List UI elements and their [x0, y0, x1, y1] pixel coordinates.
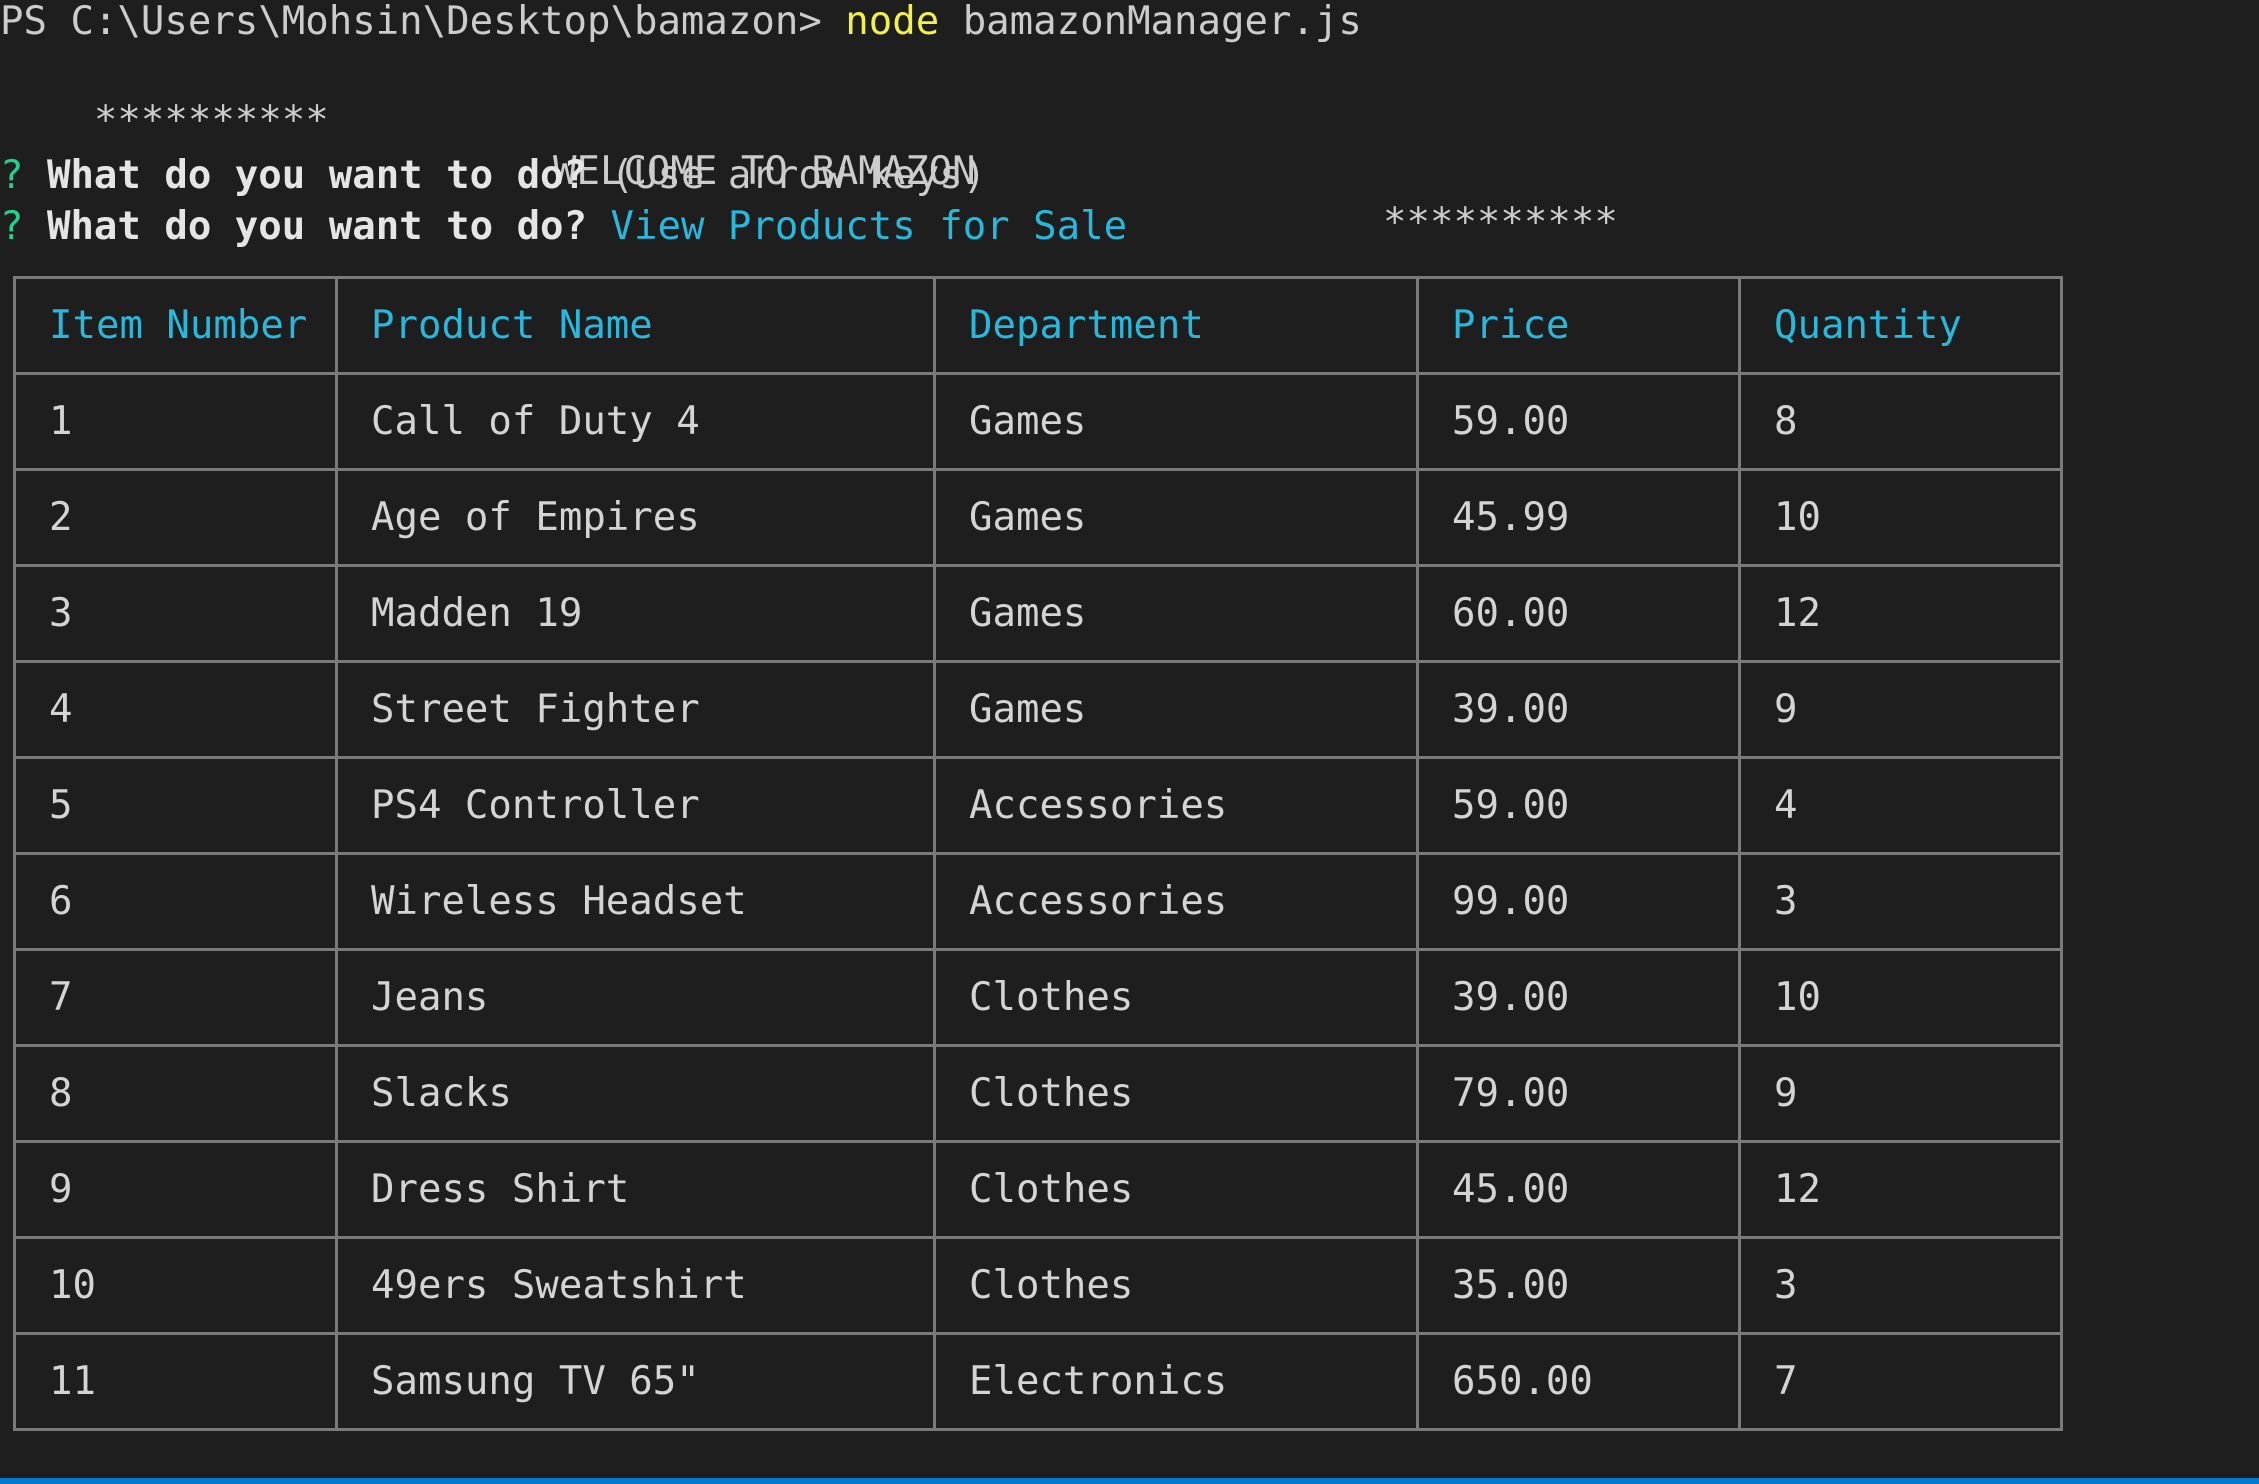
cell-department: Clothes [933, 1236, 1419, 1335]
cell-product-name: Slacks [335, 1044, 936, 1143]
cell-item-number: 3 [13, 564, 338, 663]
banner-stars-right: ********** [1383, 200, 1618, 245]
question-line: ? What do you want to do? (Use arrow key… [0, 150, 986, 201]
status-bar-edge [0, 1478, 2259, 1484]
table-header-row: Item Number Product Name Department Pric… [13, 276, 2063, 375]
products-table: Item Number Product Name Department Pric… [13, 276, 2063, 1431]
column-header-item-number: Item Number [13, 276, 338, 375]
cell-product-name: PS4 Controller [335, 756, 936, 855]
cell-item-number: 9 [13, 1140, 338, 1239]
cell-quantity: 9 [1738, 660, 2063, 759]
table-row: 1 Call of Duty 4 Games 59.00 8 [13, 372, 2063, 471]
table-row: 9 Dress Shirt Clothes 45.00 12 [13, 1140, 2063, 1239]
cell-price: 60.00 [1416, 564, 1741, 663]
question-marker: ? [0, 204, 24, 249]
cell-product-name: 49ers Sweatshirt [335, 1236, 936, 1335]
cell-item-number: 7 [13, 948, 338, 1047]
cell-quantity: 10 [1738, 468, 2063, 567]
cell-quantity: 3 [1738, 1236, 2063, 1335]
column-header-price: Price [1416, 276, 1741, 375]
cell-department: Clothes [933, 1140, 1419, 1239]
cell-price: 650.00 [1416, 1332, 1741, 1431]
cell-product-name: Age of Empires [335, 468, 936, 567]
cell-price: 45.99 [1416, 468, 1741, 567]
cell-quantity: 4 [1738, 756, 2063, 855]
table-row: 5 PS4 Controller Accessories 59.00 4 [13, 756, 2063, 855]
cell-price: 79.00 [1416, 1044, 1741, 1143]
cell-quantity: 9 [1738, 1044, 2063, 1143]
cell-item-number: 5 [13, 756, 338, 855]
cell-department: Electronics [933, 1332, 1419, 1431]
cell-item-number: 2 [13, 468, 338, 567]
cell-product-name: Street Fighter [335, 660, 936, 759]
cell-price: 35.00 [1416, 1236, 1741, 1335]
table-row: 4 Street Fighter Games 39.00 9 [13, 660, 2063, 759]
cell-price: 39.00 [1416, 660, 1741, 759]
cell-product-name: Madden 19 [335, 564, 936, 663]
terminal-window[interactable]: PS C:\Users\Mohsin\Desktop\bamazon> node… [0, 0, 2259, 1478]
cell-quantity: 12 [1738, 564, 2063, 663]
question-hint: (Use arrow keys) [610, 153, 987, 198]
cell-product-name: Call of Duty 4 [335, 372, 936, 471]
cell-department: Games [933, 564, 1419, 663]
command-name: node [845, 0, 940, 44]
cell-quantity: 7 [1738, 1332, 2063, 1431]
cell-department: Accessories [933, 756, 1419, 855]
cell-price: 99.00 [1416, 852, 1741, 951]
column-header-product-name: Product Name [335, 276, 936, 375]
cell-item-number: 8 [13, 1044, 338, 1143]
cell-department: Games [933, 372, 1419, 471]
table-row: 8 Slacks Clothes 79.00 9 [13, 1044, 2063, 1143]
cell-quantity: 12 [1738, 1140, 2063, 1239]
column-header-department: Department [933, 276, 1419, 375]
cell-quantity: 3 [1738, 852, 2063, 951]
cell-department: Clothes [933, 1044, 1419, 1143]
cell-department: Accessories [933, 852, 1419, 951]
cell-item-number: 4 [13, 660, 338, 759]
cell-item-number: 6 [13, 852, 338, 951]
table-row: 2 Age of Empires Games 45.99 10 [13, 468, 2063, 567]
table-row: 10 49ers Sweatshirt Clothes 35.00 3 [13, 1236, 2063, 1335]
cell-product-name: Wireless Headset [335, 852, 936, 951]
cell-item-number: 1 [13, 372, 338, 471]
cell-price: 59.00 [1416, 756, 1741, 855]
table-row: 7 Jeans Clothes 39.00 10 [13, 948, 2063, 1047]
question-text: What do you want to do? [46, 204, 588, 249]
cell-price: 59.00 [1416, 372, 1741, 471]
command-argument: bamazonManager.js [962, 0, 1362, 44]
cell-product-name: Dress Shirt [335, 1140, 936, 1239]
cell-department: Games [933, 468, 1419, 567]
command-line: PS C:\Users\Mohsin\Desktop\bamazon> node… [0, 0, 1362, 47]
banner-stars-left: ********** [93, 98, 329, 143]
selected-answer: View Products for Sale [610, 204, 1128, 249]
cell-price: 45.00 [1416, 1140, 1741, 1239]
cell-item-number: 10 [13, 1236, 338, 1335]
cell-product-name: Jeans [335, 948, 936, 1047]
table-row: 11 Samsung TV 65" Electronics 650.00 7 [13, 1332, 2063, 1431]
question-text: What do you want to do? [46, 153, 588, 198]
answer-line: ? What do you want to do? View Products … [0, 201, 1127, 252]
cell-department: Clothes [933, 948, 1419, 1047]
cell-price: 39.00 [1416, 948, 1741, 1047]
prompt-path: PS C:\Users\Mohsin\Desktop\bamazon> [0, 0, 822, 44]
table-row: 6 Wireless Headset Accessories 99.00 3 [13, 852, 2063, 951]
cell-product-name: Samsung TV 65" [335, 1332, 936, 1431]
column-header-quantity: Quantity [1738, 276, 2063, 375]
table-row: 3 Madden 19 Games 60.00 12 [13, 564, 2063, 663]
cell-quantity: 10 [1738, 948, 2063, 1047]
cell-department: Games [933, 660, 1419, 759]
cell-item-number: 11 [13, 1332, 338, 1431]
cell-quantity: 8 [1738, 372, 2063, 471]
question-marker: ? [0, 153, 24, 198]
